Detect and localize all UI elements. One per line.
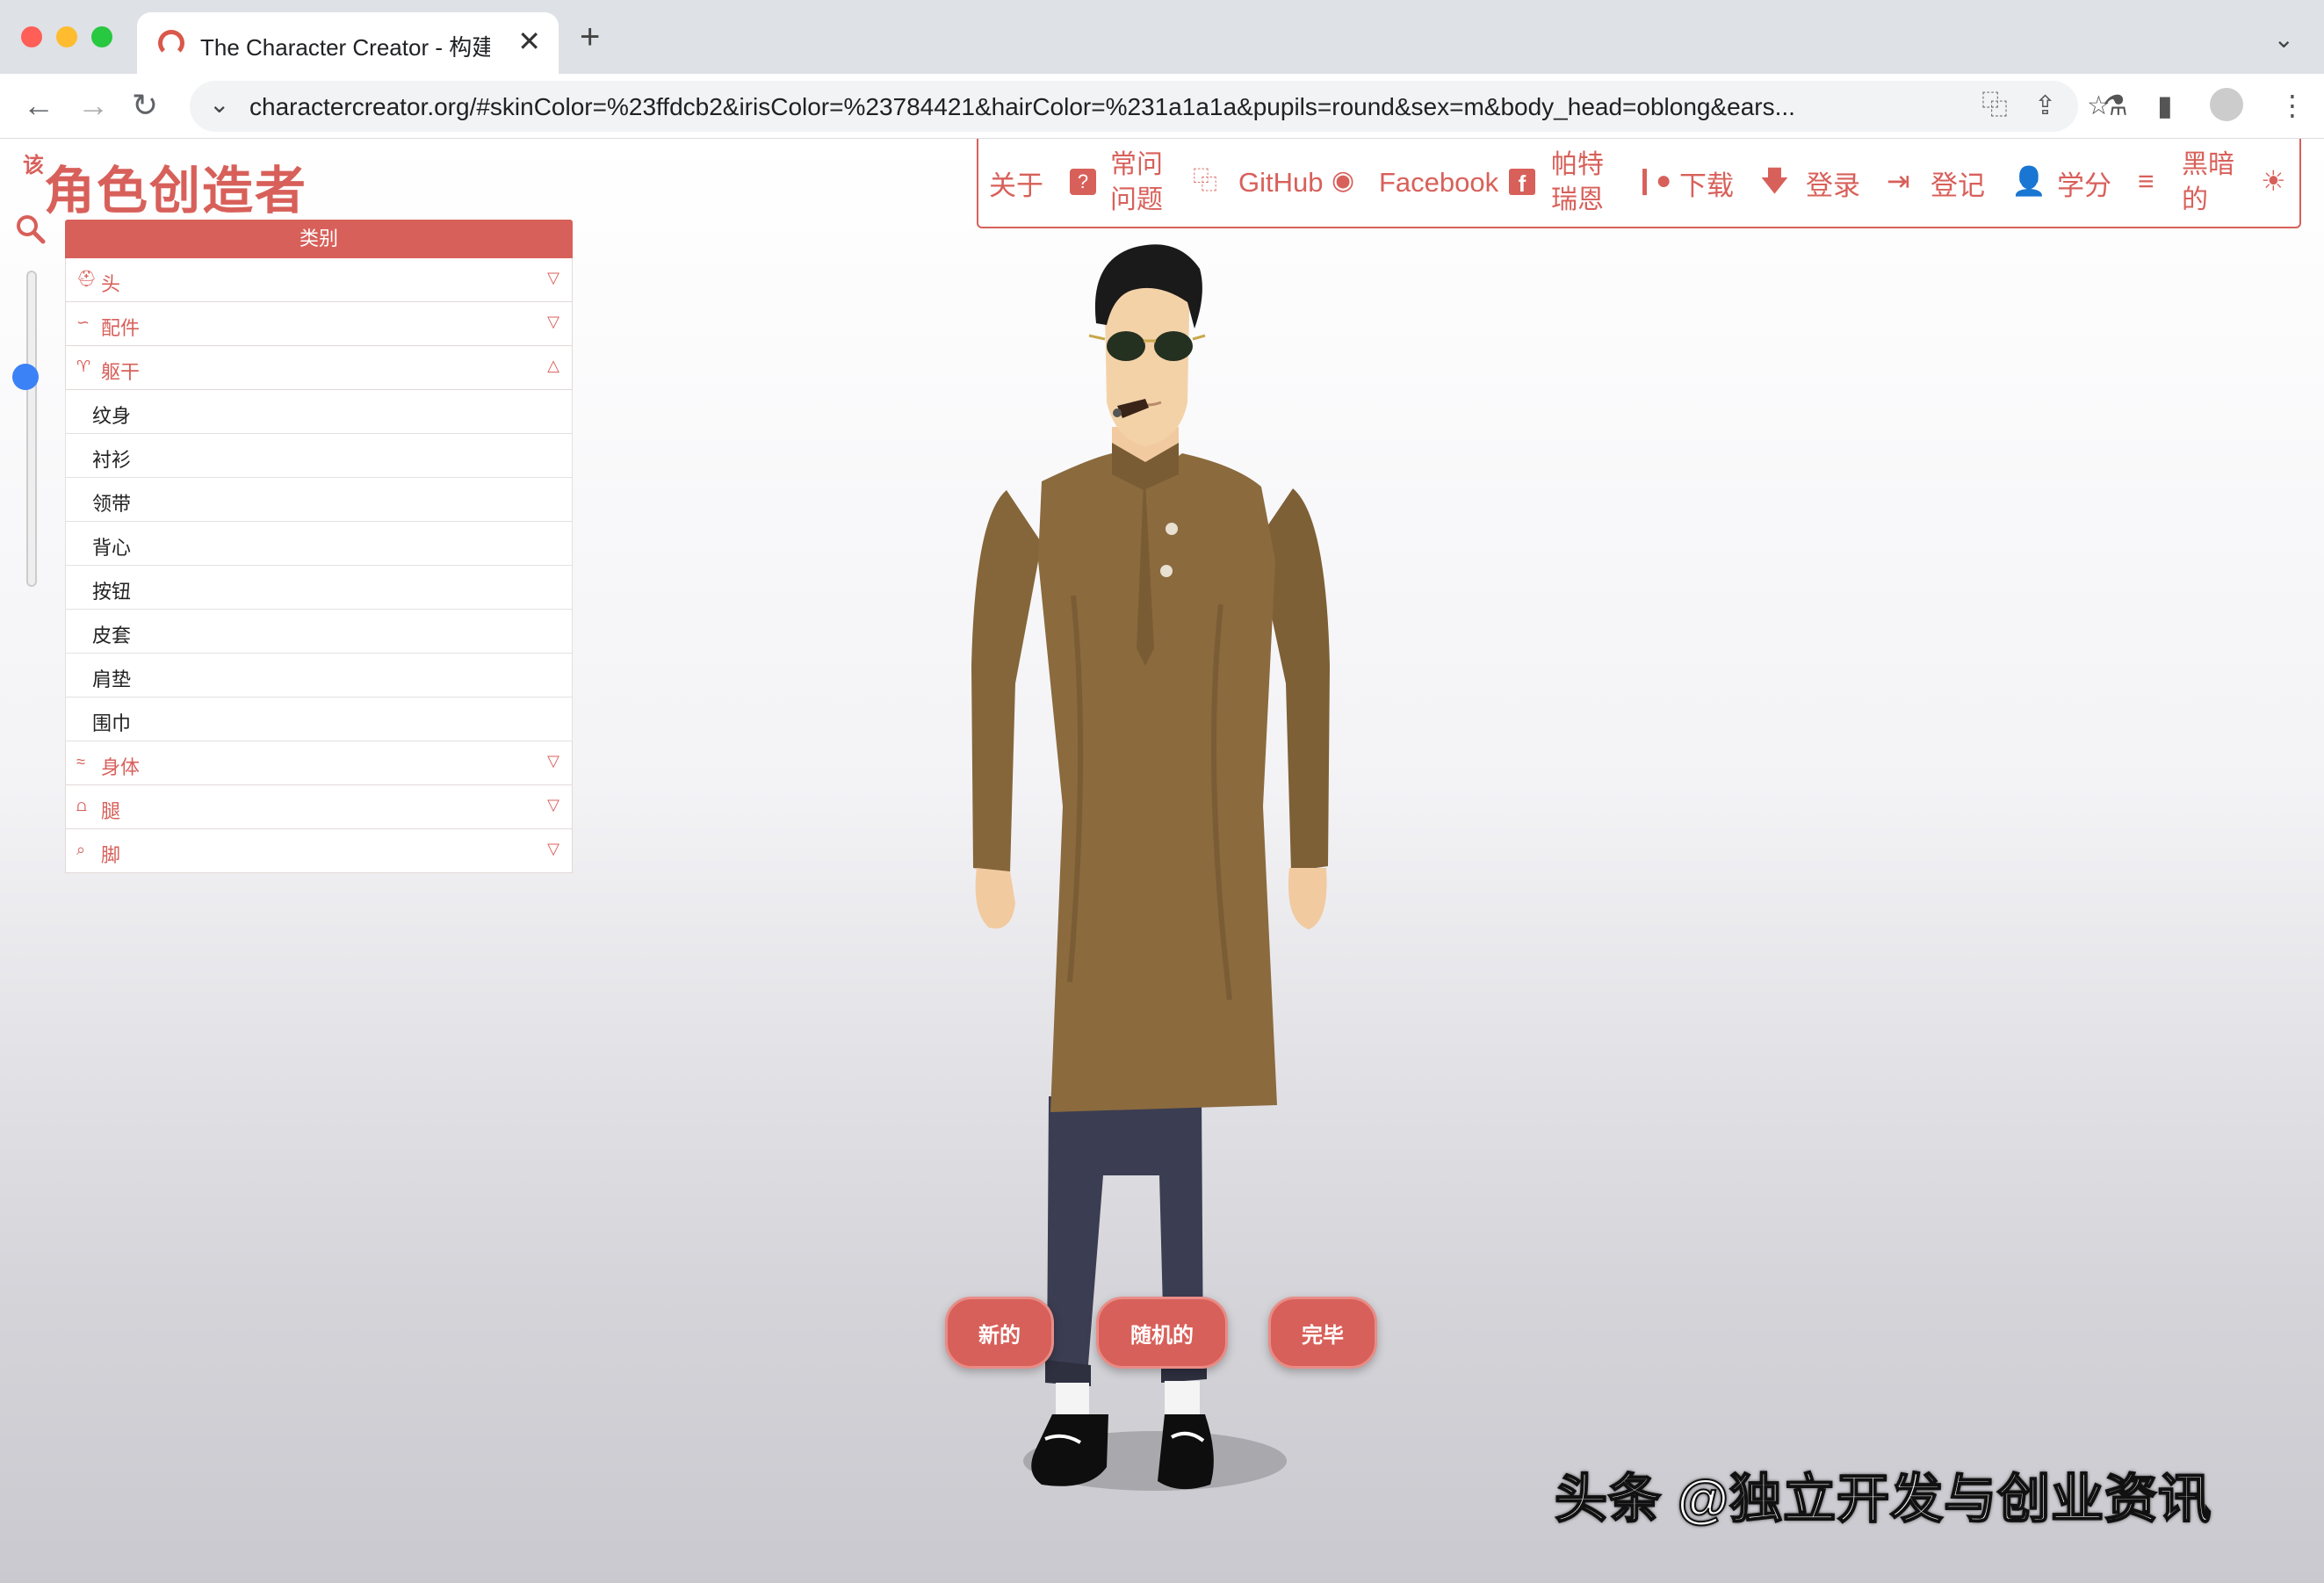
expand-triangle-icon: ▽ <box>547 313 559 330</box>
torso-icon: ♈ <box>76 358 91 375</box>
close-tab-icon[interactable]: ✕ <box>517 25 541 58</box>
sun-icon[interactable]: ☀ <box>2261 162 2286 200</box>
side-panel-icon[interactable]: ▮ <box>2157 90 2173 121</box>
legs-icon: ⩍ <box>76 797 87 814</box>
url-text[interactable]: charactercreator.org/#skinColor=%23ffdcb… <box>249 93 1945 121</box>
category-head[interactable]: ⛑ 头 ▽ <box>65 258 573 302</box>
search-icon[interactable] <box>16 214 46 244</box>
character-figure[interactable] <box>957 227 1379 1583</box>
category-label: 躯干 <box>101 361 141 383</box>
list-item[interactable]: 围巾 <box>65 698 573 741</box>
share-icon[interactable]: ⇪ <box>2034 91 2056 121</box>
list-item[interactable]: 领带 <box>65 478 573 522</box>
category-accessories[interactable]: ∽ 配件 ▽ <box>65 302 573 346</box>
nav-register[interactable]: 登记 <box>1931 139 1985 227</box>
new-tab-button[interactable]: + <box>580 19 600 54</box>
body-icon: ≈ <box>76 753 85 770</box>
nav-facebook[interactable]: Facebook <box>1379 139 1498 227</box>
category-label: 配件 <box>101 317 141 339</box>
list-item[interactable]: 衬衫 <box>65 434 573 478</box>
panel-header: 类别 <box>65 220 573 258</box>
nav-credits[interactable]: 学分 <box>2057 139 2111 227</box>
reload-icon[interactable]: ↻ <box>132 88 158 123</box>
head-icon: ⛑ <box>76 270 97 287</box>
sunglasses <box>1107 331 1145 361</box>
tab-search-chevron-icon[interactable]: ⌄ <box>2274 25 2294 54</box>
category-panel: 类别 ⛑ 头 ▽ ∽ 配件 ▽ ♈ 躯干 △ 纹身 衬衫 领带 背心 按钮 皮套… <box>65 220 573 873</box>
shirt-button <box>1166 523 1178 535</box>
nav-github[interactable]: GitHub <box>1238 139 1323 227</box>
done-button[interactable]: 完毕 <box>1268 1297 1377 1369</box>
address-bar[interactable]: ⌄ charactercreator.org/#skinColor=%23ffd… <box>190 81 2111 132</box>
menu-kebab-icon[interactable]: ⋮ <box>2278 90 2306 121</box>
category-label: 头 <box>101 273 121 295</box>
left-shoe <box>1031 1414 1108 1486</box>
translate-icon[interactable]: ⿻ <box>1981 91 2008 121</box>
category-label: 腿 <box>101 800 121 822</box>
feet-icon: ⌕ <box>76 841 86 858</box>
nav-patreon[interactable]: 帕特瑞恩 <box>1551 139 1609 227</box>
list-item[interactable]: 皮套 <box>65 610 573 654</box>
login-icon[interactable]: ⇥ <box>1887 162 1910 200</box>
watermark-text: 头条 @独立开发与创业资讯 <box>1554 1469 2212 1529</box>
zoom-slider-handle[interactable] <box>12 364 39 390</box>
site-favicon-icon <box>158 30 184 56</box>
back-arrow-icon[interactable]: ← <box>23 88 54 123</box>
top-navigation: 关于 ? 常问问题 ⿻ GitHub ◉ Facebook f 帕特瑞恩 ❙● … <box>977 139 2301 228</box>
minimize-window-button[interactable] <box>56 26 77 47</box>
list-item[interactable]: 肩垫 <box>65 654 573 698</box>
expand-triangle-icon: ▽ <box>547 796 559 813</box>
nav-about[interactable]: 关于 <box>989 139 1043 227</box>
tab-title: The Character Creator - 构建视 <box>200 34 490 61</box>
right-shoe <box>1158 1414 1214 1490</box>
site-logo-title[interactable]: 角色创造者 <box>44 149 307 223</box>
close-window-button[interactable] <box>21 26 42 47</box>
category-label: 身体 <box>101 756 141 778</box>
collapse-triangle-icon: △ <box>547 357 559 374</box>
category-feet[interactable]: ⌕ 脚 ▽ <box>65 829 573 873</box>
left-sleeve <box>971 490 1042 873</box>
browser-tab-bar: The Character Creator - 构建视 ✕ + ⌄ <box>0 0 2324 74</box>
patreon-icon[interactable]: ❙● <box>1634 162 1671 200</box>
category-label: 脚 <box>101 844 121 866</box>
page-content: 该 角色创造者 类别 ⛑ 头 ▽ ∽ 配件 ▽ ♈ 躯干 △ 纹身 衬衫 领带 … <box>0 139 2324 1583</box>
list-item[interactable]: 按钮 <box>65 566 573 610</box>
github-icon[interactable]: ◉ <box>1332 162 1354 200</box>
list-lines-icon[interactable]: ≡ <box>2138 162 2154 200</box>
profile-avatar[interactable] <box>2210 88 2243 121</box>
nav-faq[interactable]: 常问问题 <box>1110 139 1168 227</box>
user-icon[interactable]: 👤 <box>2011 162 2046 200</box>
nav-dark-mode[interactable]: 黑暗的 <box>2182 139 2240 227</box>
facebook-icon[interactable]: f <box>1509 169 1535 197</box>
shirt-button <box>1160 565 1173 577</box>
expand-triangle-icon: ▽ <box>547 752 559 770</box>
nav-login[interactable]: 登录 <box>1806 139 1860 227</box>
accessories-icon: ∽ <box>76 314 90 331</box>
maximize-window-button[interactable] <box>91 26 112 47</box>
new-button[interactable]: 新的 <box>945 1297 1054 1369</box>
expand-triangle-icon: ▽ <box>547 840 559 857</box>
list-item[interactable]: 背心 <box>65 522 573 566</box>
forward-arrow-icon[interactable]: → <box>77 88 109 123</box>
nav-download[interactable]: 下载 <box>1679 139 1734 227</box>
expand-triangle-icon: ▽ <box>547 269 559 286</box>
chevron-down-icon[interactable]: ⌄ <box>209 90 229 119</box>
question-icon[interactable]: ? <box>1070 169 1096 195</box>
kurta-shirt <box>1038 453 1277 1112</box>
list-item[interactable]: 纹身 <box>65 390 573 434</box>
category-body[interactable]: ≈ 身体 ▽ <box>65 741 573 785</box>
labs-flask-icon[interactable]: ⚗ <box>2103 90 2128 121</box>
translate-icon[interactable]: ⿻ <box>1193 162 1217 200</box>
zoom-slider[interactable] <box>26 271 37 587</box>
random-button[interactable]: 随机的 <box>1096 1297 1228 1369</box>
brand-prefix: 该 <box>23 154 44 177</box>
category-legs[interactable]: ⩍ 腿 ▽ <box>65 785 573 829</box>
download-arrow-icon[interactable]: 🡇 <box>1760 162 1789 200</box>
category-torso[interactable]: ♈ 躯干 △ <box>65 346 573 390</box>
browser-tab[interactable]: The Character Creator - 构建视 ✕ <box>137 12 559 74</box>
browser-toolbar: ← → ↻ ⌄ charactercreator.org/#skinColor=… <box>0 74 2324 139</box>
